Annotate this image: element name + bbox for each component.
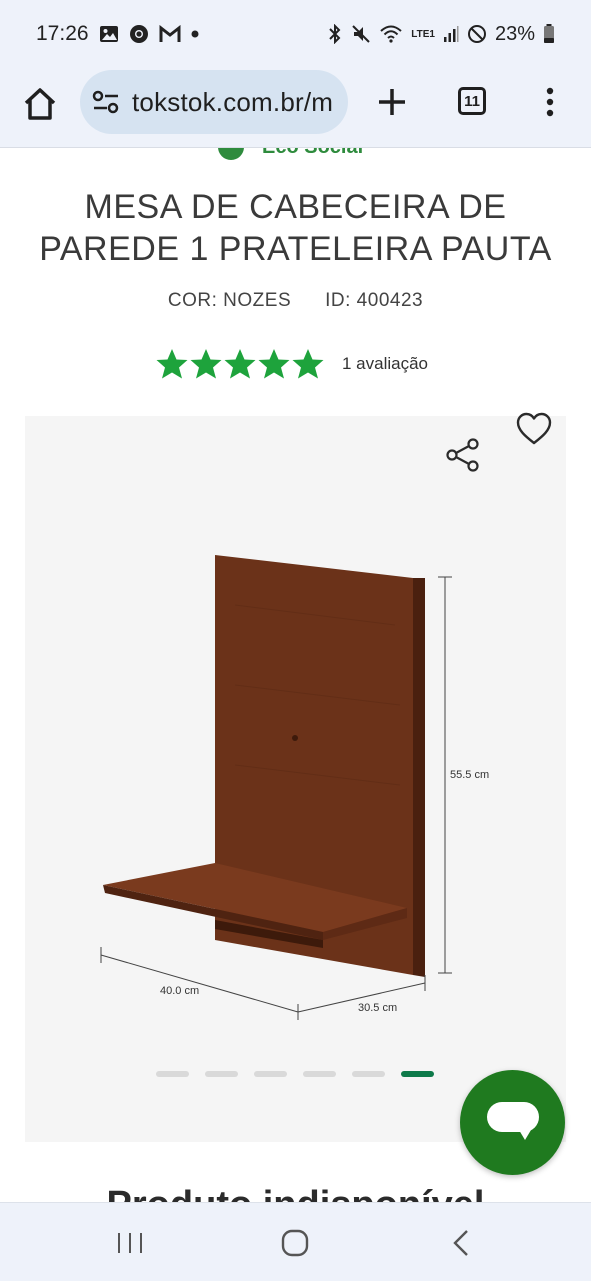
gallery-dot[interactable] — [303, 1071, 336, 1077]
star-icon — [156, 349, 188, 379]
wifi-icon — [379, 24, 403, 44]
home-circle-icon — [281, 1229, 309, 1257]
eco-social-label: Eco Social — [262, 148, 363, 159]
gallery-icon — [99, 24, 119, 44]
new-tab-button[interactable] — [372, 82, 412, 122]
system-nav-bar — [0, 1202, 591, 1281]
gmail-icon — [159, 25, 181, 43]
battery-percent: 23% — [494, 22, 535, 45]
recent-apps-button[interactable] — [112, 1225, 148, 1261]
dnd-icon — [467, 24, 487, 44]
back-chevron-icon — [453, 1230, 468, 1256]
product-meta: COR: NOZES ID: 400423 — [0, 290, 591, 312]
dimension-depth: 30.5 cm — [358, 1002, 398, 1014]
bluetooth-icon — [327, 24, 343, 44]
gallery-dot[interactable] — [352, 1071, 385, 1077]
recents-icon — [118, 1233, 142, 1253]
rating-stars — [156, 348, 324, 380]
status-time: 17:26 — [36, 22, 89, 45]
mute-icon — [351, 24, 371, 44]
dimension-width: 40.0 cm — [160, 985, 200, 997]
product-rating[interactable]: 1 avaliação — [156, 348, 428, 380]
product-id: ID: 400423 — [325, 290, 424, 311]
home-button[interactable] — [20, 84, 60, 124]
home-nav-button[interactable] — [277, 1225, 313, 1261]
status-bar: 17:26 LTE1 23% — [0, 0, 591, 68]
leaf-icon — [218, 148, 244, 160]
review-count: 1 avaliação — [342, 354, 429, 373]
gallery-dot[interactable] — [156, 1071, 189, 1077]
star-icon — [292, 349, 324, 379]
availability-status: Produto indisponível — [0, 1182, 591, 1202]
plus-icon — [379, 89, 405, 115]
signal-icon — [443, 25, 459, 43]
back-button[interactable] — [443, 1225, 479, 1261]
product-title-line2: PAREDE 1 PRATELEIRA PAUTA — [39, 230, 552, 268]
browser-menu-button[interactable] — [538, 82, 562, 122]
tab-switcher-button[interactable]: 11 — [458, 87, 486, 115]
eco-social-badge: Eco Social — [218, 148, 378, 160]
unavailable-text: Produto indisponível — [107, 1182, 485, 1202]
share-button[interactable] — [444, 436, 482, 474]
product-image — [100, 555, 452, 1020]
product-title-line1: MESA DE CABECEIRA DE — [84, 188, 507, 226]
gallery-pagination — [156, 1071, 434, 1077]
url-text: tokstok.com.br/m — [132, 86, 334, 117]
heart-icon — [516, 412, 552, 445]
more-vert-icon — [546, 87, 554, 117]
home-icon — [24, 88, 56, 120]
network-label: LTE1 — [411, 28, 435, 40]
product-title: MESA DE CABECEIRA DE PAREDE 1 PRATELEIRA… — [20, 186, 571, 270]
battery-icon — [543, 24, 555, 44]
chat-button[interactable] — [460, 1070, 565, 1175]
browser-toolbar: tokstok.com.br/m 11 — [0, 68, 591, 148]
chrome-icon — [129, 24, 149, 44]
share-icon — [446, 438, 479, 472]
dot-icon — [191, 30, 199, 38]
star-icon — [258, 349, 290, 379]
site-settings-icon[interactable] — [92, 90, 120, 114]
favorite-button[interactable] — [515, 410, 553, 448]
product-color: COR: NOZES — [167, 290, 292, 311]
dimension-height: 55.5 cm — [450, 769, 490, 781]
gallery-dot[interactable] — [205, 1071, 238, 1077]
star-icon — [190, 349, 222, 379]
address-bar[interactable]: tokstok.com.br/m — [80, 70, 348, 134]
chat-bubble-icon — [486, 1101, 539, 1140]
gallery-dot[interactable] — [254, 1071, 287, 1077]
gallery-dot[interactable] — [401, 1071, 434, 1077]
star-icon — [224, 349, 256, 379]
